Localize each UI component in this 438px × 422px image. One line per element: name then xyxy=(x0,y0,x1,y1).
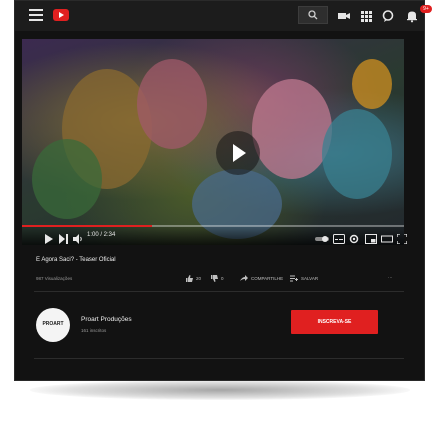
fullscreen-icon[interactable] xyxy=(396,231,408,245)
playlist-add-icon xyxy=(290,275,298,282)
share-button[interactable]: COMPARTILHE xyxy=(240,275,283,282)
thumbs-down-icon xyxy=(211,275,218,282)
menu-icon[interactable] xyxy=(29,9,43,21)
channel-avatar[interactable]: PROART xyxy=(36,308,70,342)
subscriber-count: 161 inscritos xyxy=(81,328,107,333)
progress-bar[interactable] xyxy=(22,225,404,227)
video-title: E Agora Saci? - Teaser Oficial xyxy=(36,257,116,263)
scene-shape xyxy=(322,109,392,199)
app-window: 9+ 1:00 / 2:34 E Agora Saci? - Teaser Of… xyxy=(14,0,432,381)
share-arrow-icon xyxy=(240,275,248,281)
divider xyxy=(34,291,404,292)
notifications-bell-icon[interactable] xyxy=(405,9,419,23)
device-shadow xyxy=(30,380,410,400)
view-count: 987 Visualizações xyxy=(36,276,73,281)
next-icon[interactable] xyxy=(59,231,68,244)
apps-grid-icon[interactable] xyxy=(359,9,373,23)
scene-shape xyxy=(137,59,207,149)
chat-icon[interactable] xyxy=(381,9,395,23)
share-label: COMPARTILHE xyxy=(251,276,284,281)
dislike-button[interactable]: 0 xyxy=(211,275,224,282)
dislike-count: 0 xyxy=(221,276,224,281)
search-icon xyxy=(308,10,318,20)
youtube-logo[interactable] xyxy=(53,9,69,21)
scene-shape xyxy=(352,59,392,109)
miniplayer-icon[interactable] xyxy=(365,231,377,244)
time-display: 1:00 / 2:34 xyxy=(87,232,116,238)
more-actions-button[interactable]: ··· xyxy=(388,275,393,280)
channel-name[interactable]: Proart Produções xyxy=(81,316,132,323)
scene-shape xyxy=(32,139,102,219)
notification-count-badge: 9+ xyxy=(420,5,432,13)
progress-fill xyxy=(22,225,152,227)
scene-shape xyxy=(252,79,332,179)
upload-video-icon[interactable] xyxy=(337,9,351,23)
thumbs-up-icon xyxy=(186,275,193,282)
save-label: SALVAR xyxy=(301,276,319,281)
divider xyxy=(34,358,404,359)
volume-icon[interactable] xyxy=(73,231,83,244)
more-icon: ··· xyxy=(388,275,393,280)
subscribe-button[interactable]: INSCREVA-SE xyxy=(291,310,378,334)
avatar-logo-text: PROART xyxy=(42,321,64,327)
video-player[interactable] xyxy=(22,39,404,245)
play-icon[interactable] xyxy=(45,231,53,244)
subtitles-icon[interactable] xyxy=(333,231,345,244)
top-bar: 9+ xyxy=(15,1,432,31)
autoplay-toggle-icon[interactable] xyxy=(315,231,329,242)
save-button[interactable]: SALVAR xyxy=(290,275,318,282)
search-button[interactable] xyxy=(298,6,328,24)
like-count: 20 xyxy=(196,276,202,281)
theater-mode-icon[interactable] xyxy=(381,231,393,243)
play-button[interactable] xyxy=(216,131,260,175)
settings-gear-icon[interactable] xyxy=(349,231,359,244)
like-button[interactable]: 20 xyxy=(186,275,201,282)
